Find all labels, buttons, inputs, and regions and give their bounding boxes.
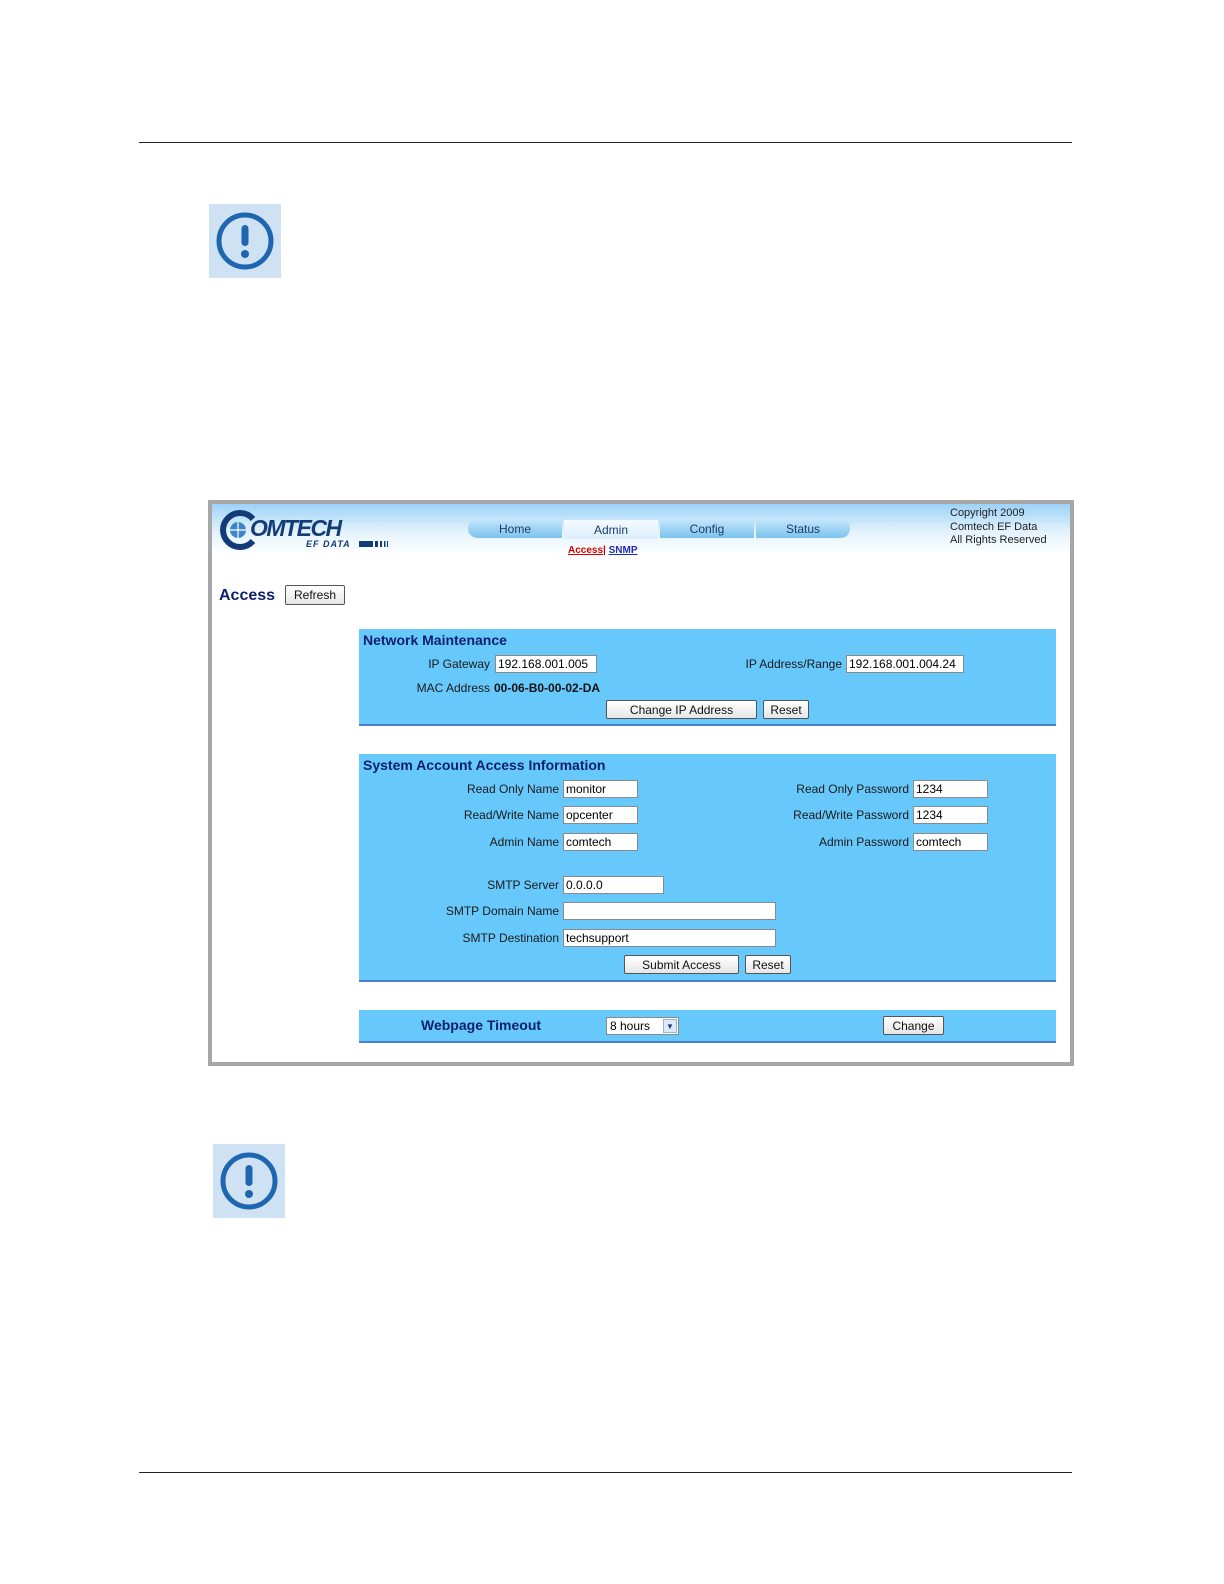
read-write-password-label: Read/Write Password bbox=[793, 808, 909, 822]
network-maintenance-title: Network Maintenance bbox=[363, 632, 507, 648]
admin-subnav: Access| SNMP bbox=[568, 545, 638, 556]
important-note-icon bbox=[213, 1144, 285, 1218]
ip-address-range-label: IP Address/Range bbox=[745, 657, 842, 671]
ip-address-range-field[interactable]: 192.168.001.004.24 bbox=[846, 655, 964, 673]
tab-config[interactable]: Config bbox=[660, 519, 754, 538]
timeout-change-button[interactable]: Change bbox=[883, 1016, 944, 1035]
read-only-name-field[interactable]: monitor bbox=[563, 780, 638, 798]
main-nav-tabs: Home Admin Config Status bbox=[468, 519, 854, 539]
read-only-password-label: Read Only Password bbox=[796, 782, 909, 796]
submit-access-button[interactable]: Submit Access bbox=[624, 955, 739, 974]
mac-address-label: MAC Address bbox=[416, 681, 490, 695]
header-rule bbox=[139, 142, 1072, 143]
subnav-separator: | bbox=[603, 545, 606, 556]
admin-password-field[interactable]: comtech bbox=[913, 833, 988, 851]
smtp-destination-label: SMTP Destination bbox=[462, 931, 560, 945]
comtech-logo: OMTECH EF DATA bbox=[218, 510, 398, 550]
subnav-snmp-link[interactable]: SNMP bbox=[609, 545, 638, 556]
webpage-timeout-panel: Webpage Timeout 8 hours ▼ Change bbox=[359, 1010, 1056, 1043]
read-only-password-field[interactable]: 1234 bbox=[913, 780, 988, 798]
tab-home[interactable]: Home bbox=[468, 519, 562, 538]
webpage-timeout-title: Webpage Timeout bbox=[421, 1017, 542, 1033]
logo-bars-graphic bbox=[359, 541, 388, 547]
read-only-name-label: Read Only Name bbox=[466, 782, 559, 796]
admin-name-label: Admin Name bbox=[489, 835, 559, 849]
web-ui-screenshot: OMTECH EF DATA Home Admin Config Status … bbox=[208, 500, 1074, 1066]
footer-rule bbox=[139, 1472, 1072, 1473]
ip-gateway-field[interactable]: 192.168.001.005 bbox=[495, 655, 597, 673]
admin-name-field[interactable]: comtech bbox=[563, 833, 638, 851]
read-write-name-field[interactable]: opcenter bbox=[563, 806, 638, 824]
webpage-timeout-select[interactable]: 8 hours ▼ bbox=[606, 1017, 679, 1035]
system-account-panel: System Account Access Information Read O… bbox=[359, 754, 1056, 982]
important-note-icon bbox=[209, 204, 281, 278]
page-title: Access bbox=[219, 587, 276, 604]
copyright-company: Comtech EF Data bbox=[950, 520, 1038, 533]
chevron-down-icon[interactable]: ▼ bbox=[663, 1019, 677, 1033]
tab-status[interactable]: Status bbox=[756, 519, 850, 538]
mac-address-value: 00-06-B0-00-02-DA bbox=[494, 681, 601, 695]
logo-text: OMTECH bbox=[250, 515, 342, 541]
admin-password-label: Admin Password bbox=[818, 835, 909, 849]
webpage-timeout-selected: 8 hours bbox=[610, 1019, 651, 1033]
smtp-server-label: SMTP Server bbox=[487, 878, 559, 892]
network-maintenance-panel: Network Maintenance IP Gateway 192.168.0… bbox=[359, 629, 1056, 726]
smtp-server-field[interactable]: 0.0.0.0 bbox=[563, 876, 664, 894]
read-write-password-field[interactable]: 1234 bbox=[913, 806, 988, 824]
logo-subtext: EF DATA bbox=[306, 539, 351, 549]
ip-gateway-label: IP Gateway bbox=[428, 657, 490, 671]
copyright-rights: All Rights Reserved bbox=[950, 534, 1047, 546]
account-reset-button[interactable]: Reset bbox=[745, 955, 791, 974]
smtp-domain-name-label: SMTP Domain Name bbox=[445, 904, 559, 918]
system-account-title: System Account Access Information bbox=[363, 757, 606, 773]
change-ip-address-button[interactable]: Change IP Address bbox=[606, 700, 757, 719]
copyright-notice: Copyright 2009 Comtech EF Data All Right… bbox=[950, 507, 1047, 548]
copyright-line: Copyright 2009 bbox=[950, 507, 1025, 519]
refresh-button[interactable]: Refresh bbox=[285, 585, 345, 605]
tab-admin[interactable]: Admin bbox=[564, 520, 658, 539]
smtp-destination-field[interactable]: techsupport bbox=[563, 929, 776, 947]
smtp-domain-name-field[interactable] bbox=[563, 902, 776, 920]
read-write-name-label: Read/Write Name bbox=[463, 808, 559, 822]
subnav-access-link[interactable]: Access bbox=[568, 545, 603, 556]
network-reset-button[interactable]: Reset bbox=[763, 700, 809, 719]
